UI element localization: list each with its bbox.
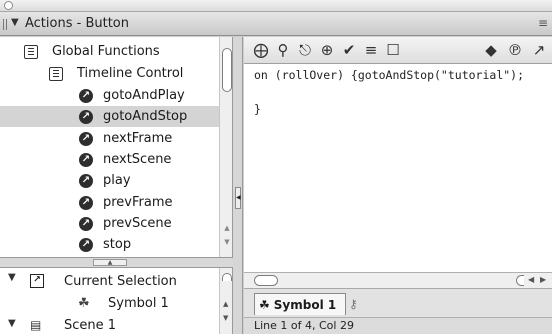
target-icon[interactable]: ⊕ (318, 41, 336, 59)
tree-item-gotoandstop[interactable]: ↗ gotoAndStop (0, 106, 219, 127)
tab-symbol-1[interactable]: ☘ Symbol 1 (254, 293, 346, 315)
script-tab-bar: ☘ Symbol 1 ⚷ (244, 288, 552, 317)
auto-format-icon[interactable]: ≡ (362, 41, 380, 59)
symbol-item[interactable]: ☘ Symbol 1 (78, 292, 169, 314)
action-icon: ↗ (79, 237, 93, 252)
scroll-down-arrow-icon[interactable]: ▼ (222, 237, 232, 247)
actions-toolbar: ⨁ ⚲ ⎋ ⊕ ✔ ≡ ☐ ◆ ℗ ↗ (244, 37, 552, 64)
debug-options-icon[interactable]: ◆ (482, 41, 500, 59)
script-editor[interactable]: on (rollOver) {gotoAndStop("tutorial"); … (244, 64, 552, 272)
splitter-toggle-button[interactable]: ▲ (93, 259, 127, 266)
tree-item-nextframe[interactable]: ↗ nextFrame (0, 128, 219, 149)
scene-item[interactable]: ▤ Scene 1 (30, 314, 116, 334)
code-line: } (254, 102, 261, 116)
tree-item-label: nextScene (103, 152, 172, 167)
symbol-icon: ☘ (78, 295, 90, 311)
editor-hscroll-end (516, 275, 524, 286)
find-icon[interactable]: ⚲ (274, 41, 292, 59)
action-icon: ↗ (79, 152, 93, 167)
tree-item-play[interactable]: ↗ play (0, 170, 219, 191)
script-assist-icon[interactable]: ↗ (530, 41, 548, 59)
scroll-up-arrow-icon[interactable]: ▲ (222, 223, 232, 233)
expand-arrow-icon[interactable]: ▼ (8, 272, 16, 283)
action-icon: ↗ (79, 109, 93, 124)
vertical-splitter[interactable]: ◀ (233, 37, 243, 334)
expand-arrow-icon[interactable]: ▼ (8, 318, 16, 329)
status-bar: Line 1 of 4, Col 29 (244, 317, 552, 334)
tree-item-label: nextFrame (103, 131, 173, 146)
code-line: on (rollOver) {gotoAndStop("tutorial"); (254, 68, 525, 82)
pin-script-icon[interactable]: ⚷ (349, 297, 358, 311)
scroll-right-arrow-icon[interactable]: ▶ (540, 275, 546, 284)
book-icon (24, 44, 38, 59)
navigator-scroll-thumb[interactable] (222, 273, 232, 281)
reference-icon[interactable]: ℗ (506, 41, 524, 59)
scroll-up-arrow-icon[interactable]: ▲ (223, 300, 228, 308)
splitter-collapse-button[interactable]: ◀ (235, 187, 241, 209)
script-navigator: ▼ ↗ Current Selection ☘ Symbol 1 ▼ ▤ Sce… (0, 268, 233, 334)
current-selection-item[interactable]: ↗ Current Selection (30, 270, 177, 292)
tree-item-prevscene[interactable]: ↗ prevScene (0, 213, 219, 234)
horizontal-splitter[interactable]: ▲ (0, 257, 233, 268)
check-syntax-icon[interactable]: ✔ (340, 41, 358, 59)
replace-icon[interactable]: ⎋ (296, 41, 314, 59)
tab-label: Symbol 1 (273, 297, 337, 312)
tree-item-label: Timeline Control (77, 66, 184, 81)
window-titlebar (0, 0, 552, 12)
tree-item-label: Global Functions (52, 44, 160, 59)
action-icon: ↗ (79, 195, 93, 210)
tree-item-label: prevScene (103, 216, 172, 231)
scene-icon: ▤ (30, 318, 42, 332)
tree-item-label: gotoAndStop (103, 109, 188, 124)
tree-item-gotoandplay[interactable]: ↗ gotoAndPlay (0, 85, 219, 106)
current-selection-icon: ↗ (30, 274, 44, 288)
panel-header[interactable]: ▼ Actions - Button ≡ (0, 12, 552, 36)
collapse-arrow-icon[interactable]: ▼ (11, 17, 19, 28)
tree-item-label: gotoAndPlay (103, 88, 185, 103)
code-hint-icon[interactable]: ☐ (384, 41, 402, 59)
options-menu-icon[interactable]: ≡ (538, 16, 548, 30)
tree-item-label: stop (103, 237, 132, 252)
toolbox-scroll-thumb[interactable] (222, 48, 232, 92)
tree-item-stop[interactable]: ↗ stop (0, 234, 219, 255)
panel-grip-icon[interactable] (3, 19, 8, 30)
tree-item-label: prevFrame (103, 195, 173, 210)
tree-item-global-functions[interactable]: Global Functions (0, 41, 219, 62)
action-icon: ↗ (79, 173, 93, 188)
scene-label: Scene 1 (64, 317, 117, 333)
actions-toolbox: Global Functions Timeline Control ↗ goto… (0, 37, 233, 257)
current-selection-label: Current Selection (64, 273, 177, 289)
panel-title: Actions - Button (25, 16, 129, 31)
window-close-button[interactable] (4, 1, 13, 10)
editor-hscrollbar[interactable]: ◀ ▶ (244, 272, 552, 288)
scroll-down-arrow-icon[interactable]: ▼ (223, 314, 228, 322)
editor-hscroll-thumb[interactable] (254, 275, 278, 286)
add-action-icon[interactable]: ⨁ (252, 41, 270, 59)
tree-item-label: play (103, 173, 131, 188)
toolbox-scrollbar[interactable]: ▲ ▼ (219, 37, 232, 257)
symbol-icon: ☘ (259, 297, 270, 312)
scroll-left-arrow-icon[interactable]: ◀ (528, 275, 534, 284)
book-icon (49, 66, 63, 81)
action-icon: ↗ (79, 216, 93, 231)
symbol-label: Symbol 1 (108, 295, 169, 311)
tree-item-nextscene[interactable]: ↗ nextScene (0, 149, 219, 170)
tree-item-prevframe[interactable]: ↗ prevFrame (0, 192, 219, 213)
navigator-scrollbar[interactable]: ▲ ▼ (219, 268, 232, 334)
action-icon: ↗ (79, 131, 93, 146)
tree-item-timeline-control[interactable]: Timeline Control (0, 63, 219, 84)
action-icon: ↗ (79, 88, 93, 103)
